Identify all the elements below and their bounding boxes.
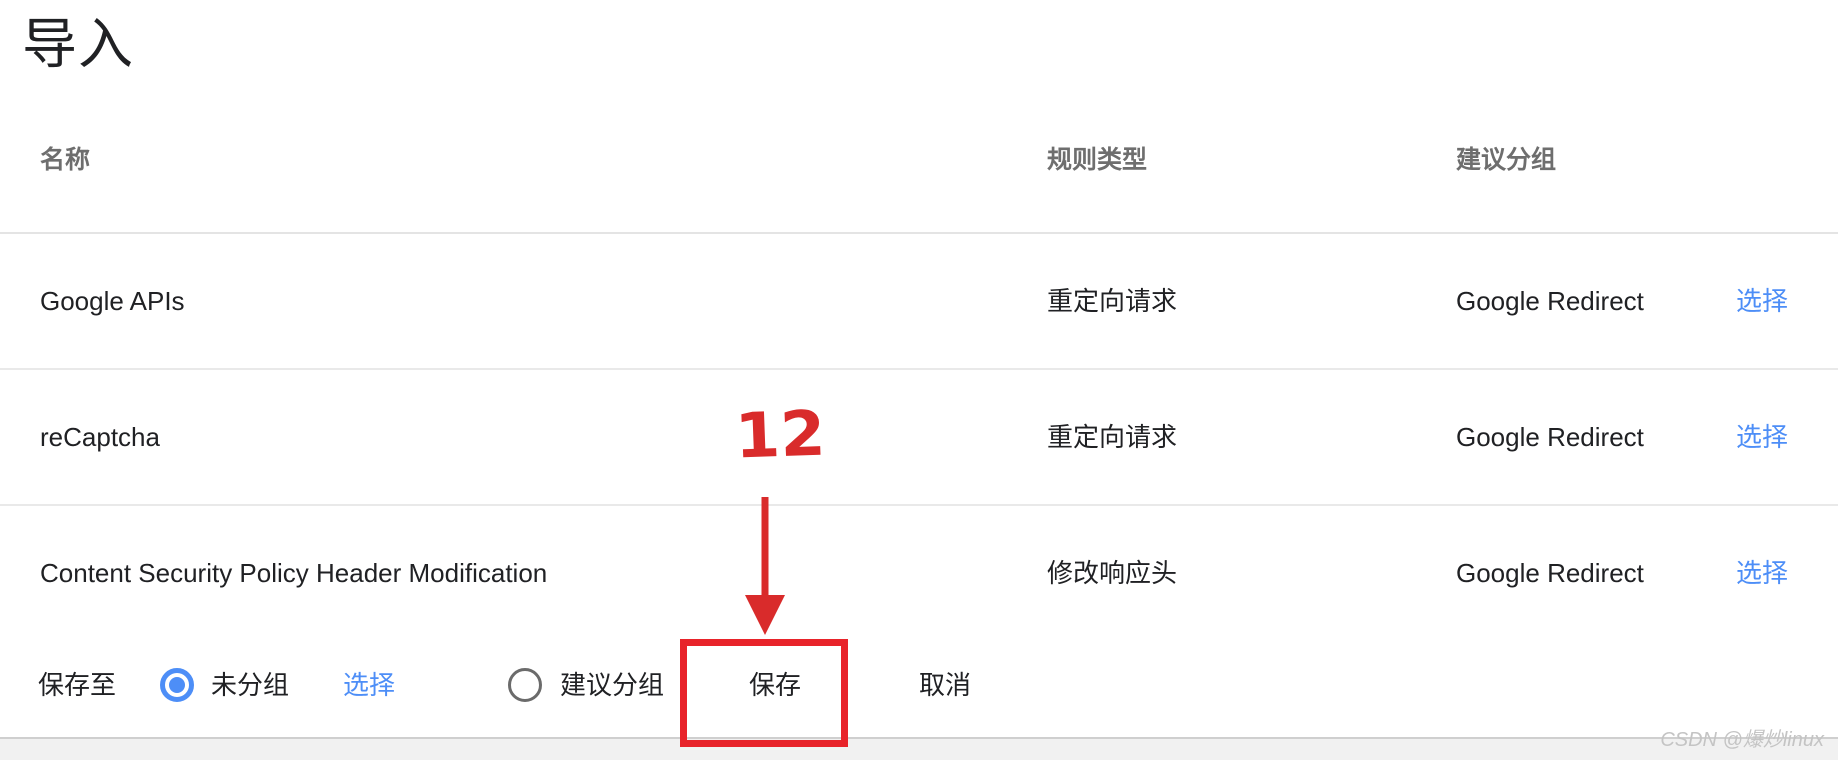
cell-suggested-group: Google Redirect	[1456, 422, 1644, 452]
import-rules-table: 名称 规则类型 建议分组 Google APIs 重定向请求 Google Re…	[0, 122, 1838, 642]
footer-select-link[interactable]: 选择	[343, 668, 395, 702]
cell-rule-type: 重定向请求	[1047, 286, 1178, 316]
cell-name: reCaptcha	[40, 422, 160, 452]
save-to-label: 保存至	[38, 669, 117, 700]
table-row: Content Security Policy Header Modificat…	[0, 506, 1838, 642]
cell-rule-type: 重定向请求	[1047, 422, 1178, 452]
table-header-row: 名称 规则类型 建议分组	[0, 122, 1838, 234]
cell-name: Google APIs	[40, 286, 185, 316]
cancel-button[interactable]: 取消	[919, 668, 971, 702]
footer-action-bar: 保存至 未分组 选择 建议分组 保存 取消	[0, 632, 1838, 739]
column-header-name: 名称	[40, 146, 91, 174]
table-row: reCaptcha 重定向请求 Google Redirect 选择	[0, 370, 1838, 506]
radio-ungrouped-label[interactable]: 未分组	[211, 668, 289, 702]
cell-name: Content Security Policy Header Modificat…	[40, 558, 548, 588]
table-row: Google APIs 重定向请求 Google Redirect 选择	[0, 234, 1838, 370]
row-select-link[interactable]: 选择	[1736, 420, 1788, 454]
column-header-rule-type: 规则类型	[1047, 146, 1148, 174]
save-button[interactable]: 保存	[749, 668, 801, 702]
row-select-link[interactable]: 选择	[1736, 556, 1788, 590]
page-title: 导入	[22, 13, 135, 75]
radio-suggested-group[interactable]	[508, 667, 542, 702]
bottom-strip	[0, 739, 1838, 760]
annotation-step-number: 12	[733, 396, 827, 473]
column-header-suggested-group: 建议分组	[1456, 146, 1557, 174]
import-page: 导入 名称 规则类型 建议分组 Google APIs 重定向请求 Google…	[0, 0, 1838, 760]
cell-suggested-group: Google Redirect	[1456, 558, 1644, 588]
radio-suggested-group-label[interactable]: 建议分组	[560, 668, 664, 702]
row-select-link[interactable]: 选择	[1736, 284, 1788, 318]
radio-ungrouped[interactable]	[160, 667, 194, 702]
cell-rule-type: 修改响应头	[1047, 558, 1178, 588]
watermark: CSDN @爆炒linux	[1660, 729, 1824, 751]
cell-suggested-group: Google Redirect	[1456, 286, 1644, 316]
